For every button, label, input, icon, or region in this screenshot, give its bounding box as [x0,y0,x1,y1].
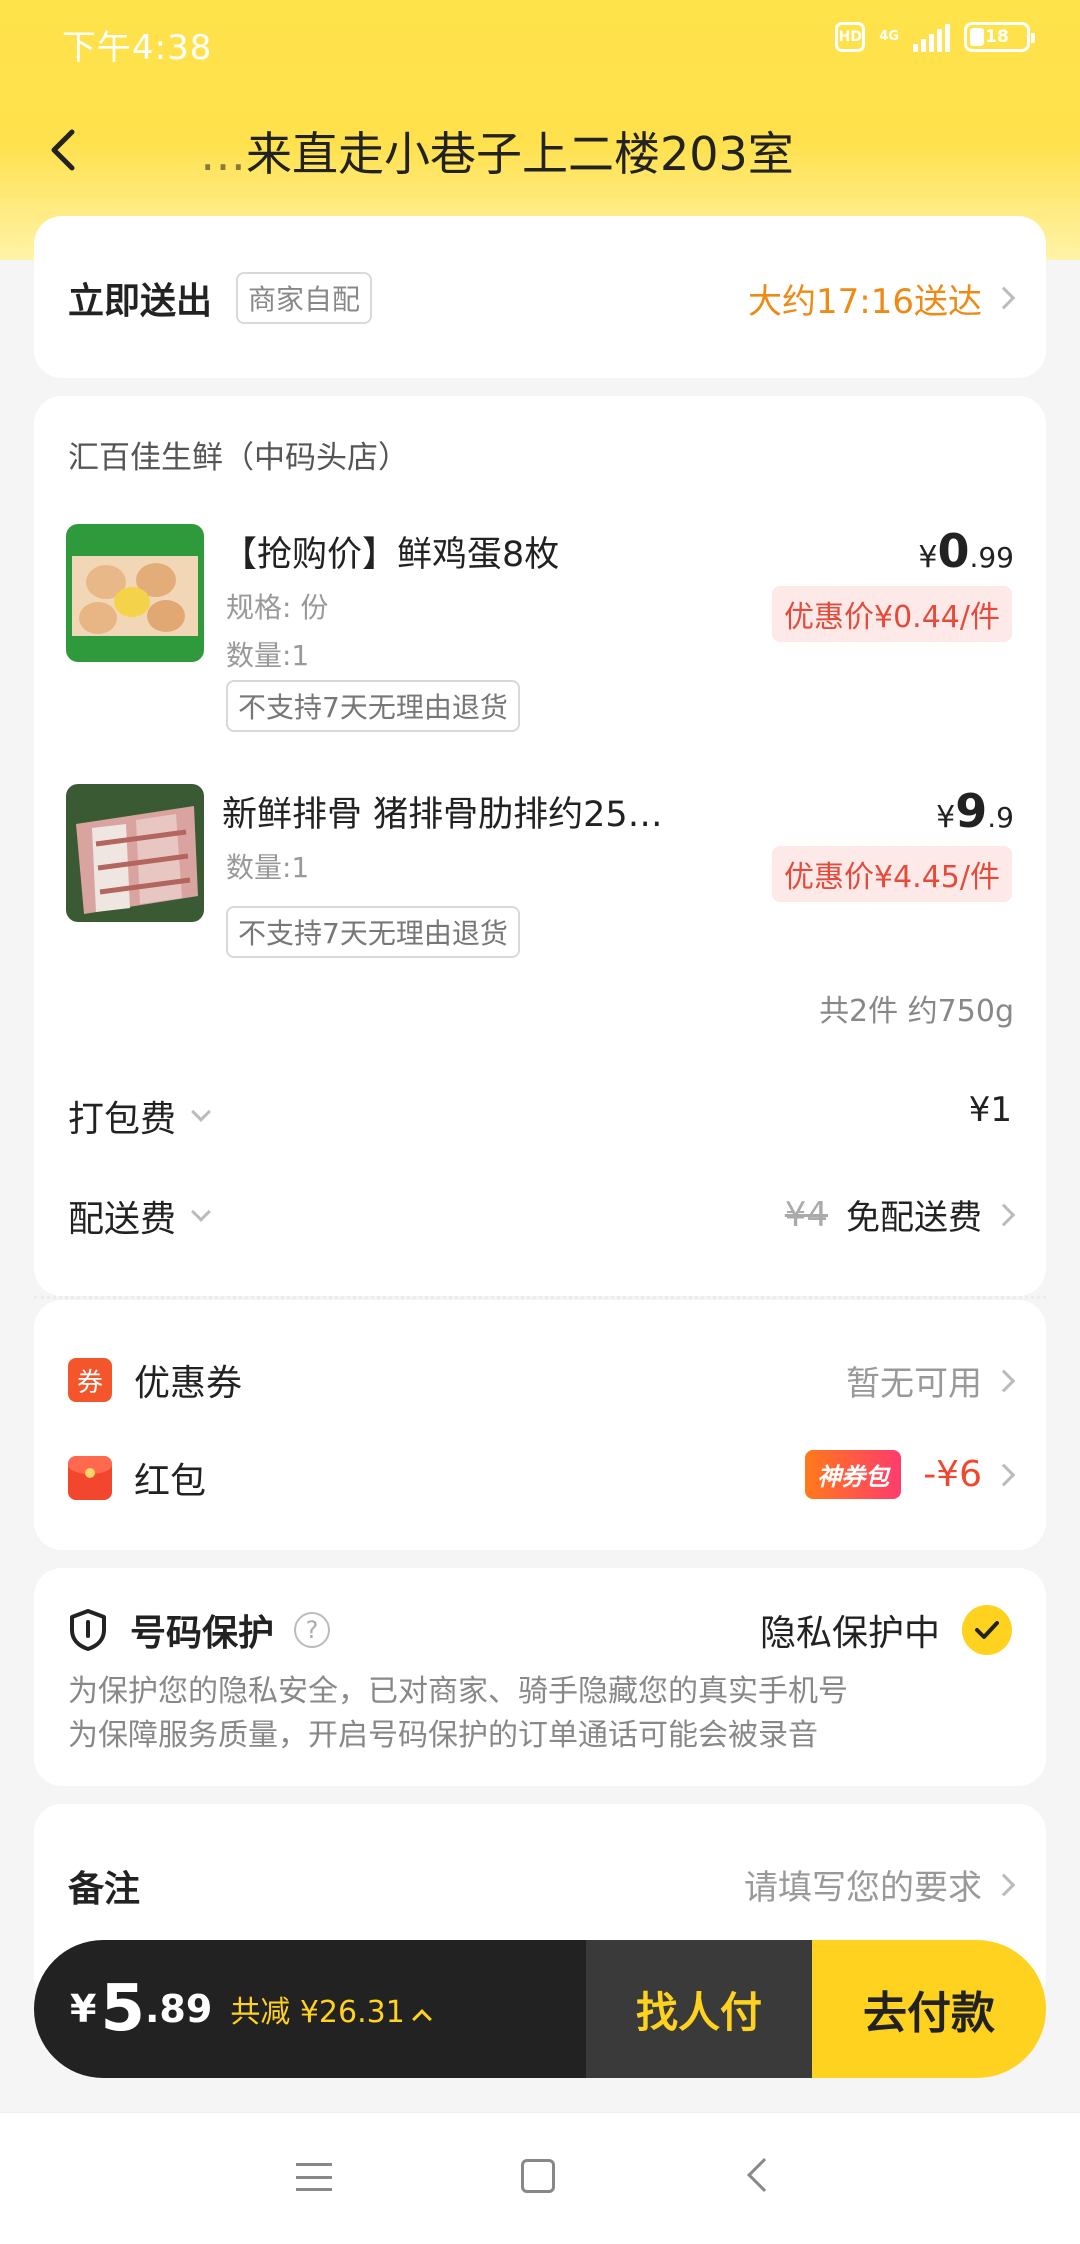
delivery-label: 立即送出 [68,281,213,322]
chevron-right-icon [992,1369,1016,1392]
delivery-fee-original: ¥4 [784,1194,828,1235]
discount-card: 券 优惠券 暂无可用 红包 神券包 -¥6 [34,1300,1046,1550]
title-ellipsis: … [200,127,246,181]
delivery-fee-label: 配送费 [68,1199,177,1240]
discount-price-badge: 优惠价¥4.45/件 [772,846,1012,902]
chevron-right-icon [992,286,1016,310]
remark-label: 备注 [68,1869,141,1910]
battery-level: 18 [985,27,1009,47]
home-icon[interactable] [521,2159,555,2193]
packing-fee-label: 打包费 [68,1099,177,1140]
return-policy-tag: 不支持7天无理由退货 [226,680,520,732]
order-total[interactable]: ¥ 5 .89 共减 ¥26.31 [34,1940,586,2078]
status-icons: HD 4G 18 [835,22,1035,52]
friend-pay-button[interactable]: 找人付 [586,1940,812,2078]
order-card: 汇百佳生鲜（中码头店） 【抢购价】鲜鸡蛋8枚 规格: 份 数量:1 不支持7天无… [34,396,1046,1296]
chevron-right-icon [992,1463,1016,1486]
privacy-note: 为保护您的隐私安全，已对商家、骑手隐藏您的真实手机号 [68,1674,848,1709]
signal-icon [913,22,950,52]
total-amount: 5 [100,1972,145,2046]
coupon-icon: 券 [68,1358,112,1402]
shield-icon [70,1609,106,1651]
item-summary: 共2件 约750g [819,994,1014,1029]
payment-bar: ¥ 5 .89 共减 ¥26.31 找人付 去付款 [34,1940,1046,2078]
product-spec: 规格: 份 [226,591,329,624]
privacy-card: 号码保护 ? 隐私保护中 为保护您的隐私安全，已对商家、骑手隐藏您的真实手机号 … [34,1568,1046,1786]
product-image-eggs[interactable] [66,524,204,662]
red-envelope-icon [68,1456,112,1500]
product-quantity: 数量:1 [226,639,310,672]
product-quantity: 数量:1 [226,851,310,884]
shop-name: 汇百佳生鲜（中码头店） [68,440,409,476]
discount-price-badge: 优惠价¥0.44/件 [772,586,1012,642]
product-price: ¥0.99 [918,524,1014,578]
chevron-down-icon [191,1102,211,1122]
nav-back-icon[interactable] [747,2158,781,2192]
coupon-pack-badge: 神券包 [805,1450,902,1499]
packing-fee-row[interactable]: 打包费 [68,1090,1012,1142]
menu-icon[interactable] [296,2163,332,2191]
privacy-note: 为保障服务质量，开启号码保护的订单通话可能会被录音 [68,1718,818,1753]
help-icon[interactable]: ? [294,1612,331,1648]
hd-icon: HD [835,22,866,52]
delivery-row[interactable]: 立即送出 商家自配 大约17:16送达 [68,272,1016,324]
remark-input[interactable]: 请填写您的要求 [744,1860,1016,1909]
delivery-mode-tag: 商家自配 [236,272,373,324]
savings-text: 共减 ¥26.31 [230,1987,432,2031]
privacy-status: 隐私保护中 [759,1613,940,1654]
redpacket-amount: -¥6 [923,1454,982,1495]
chevron-down-icon [191,1202,211,1222]
delivery-eta: 大约17:16送达 [748,281,982,322]
coupon-value[interactable]: 暂无可用 [846,1356,1016,1405]
privacy-label: 号码保护 [130,1613,275,1654]
page-title: …来直走小巷子上二楼203室 [200,118,794,184]
title-address: 来直走小巷子上二楼203室 [246,127,794,181]
delivery-card: 立即送出 商家自配 大约17:16送达 [34,216,1046,378]
product-image-ribs[interactable] [66,784,204,922]
delivery-fee-value[interactable]: ¥4 免配送费 [784,1190,1016,1239]
status-bar: 下午4:38 HD 4G 18 [0,0,1080,86]
check-icon [962,1605,1012,1655]
redpacket-value[interactable]: 神券包 -¥6 [805,1450,1016,1499]
status-time: 下午4:38 [62,28,213,68]
redpacket-label: 红包 [134,1461,207,1502]
return-policy-tag: 不支持7天无理由退货 [226,906,520,958]
privacy-toggle[interactable]: 隐私保护中 [760,1604,1012,1656]
system-nav-bar [0,2112,1080,2244]
pay-button[interactable]: 去付款 [812,1940,1046,2078]
packing-fee-value: ¥1 [968,1090,1012,1130]
delivery-fee-free: 免配送费 [846,1198,982,1238]
product-price: ¥9.9 [936,784,1014,838]
chevron-up-icon [411,2009,432,2029]
network-type: 4G [879,29,899,44]
chevron-right-icon [992,1203,1016,1226]
chevron-right-icon [992,1873,1016,1896]
product-name[interactable]: 新鲜排骨 猪排骨肋排约25… [222,786,663,837]
back-arrow-icon[interactable] [40,120,90,180]
coupon-label: 优惠券 [134,1363,243,1404]
product-name[interactable]: 【抢购价】鲜鸡蛋8枚 [222,526,559,577]
privacy-row: 号码保护 ? 隐私保护中 [68,1604,1012,1656]
battery-icon: 18 [964,22,1035,52]
